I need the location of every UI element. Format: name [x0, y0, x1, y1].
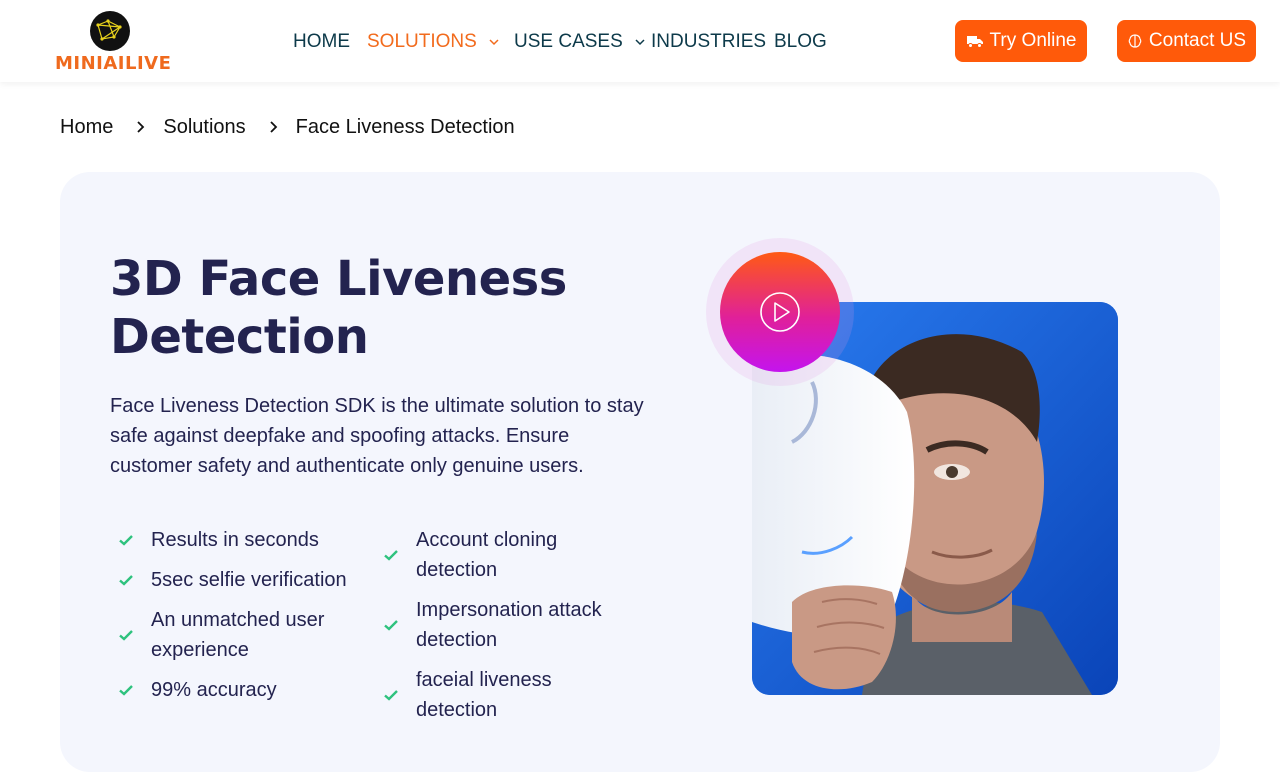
contact-us-button[interactable]: Contact US: [1117, 20, 1256, 62]
logo-globe-icon: [90, 11, 130, 51]
nav-industries-label: INDUSTRIES: [651, 31, 767, 52]
feature-item: Impersonation attack detection: [383, 595, 623, 655]
nav-home[interactable]: HOME: [293, 30, 350, 54]
truck-icon: [966, 36, 983, 48]
check-icon: [119, 535, 133, 546]
chevron-down-icon: [489, 39, 499, 46]
nav-use-cases-label: USE CASES: [514, 31, 623, 52]
feature-item: An unmatched user experience: [118, 605, 368, 665]
feature-item: Account cloning detection: [383, 525, 623, 585]
breadcrumb-current: Face Liveness Detection: [295, 115, 515, 138]
check-icon: [384, 690, 398, 701]
feature-label: faceial liveness detection: [416, 669, 552, 721]
chevron-down-icon: [635, 39, 645, 46]
nav-home-label: HOME: [293, 31, 350, 52]
feature-label: 99% accuracy: [151, 679, 277, 701]
breadcrumb: Home Solutions Face Liveness Detection: [60, 113, 515, 141]
check-icon: [384, 620, 398, 631]
check-icon: [119, 630, 133, 641]
page-title: 3D Face Liveness Detection: [110, 251, 567, 365]
check-icon: [384, 550, 398, 561]
feature-label: 5sec selfie verification: [151, 569, 347, 591]
nav-solutions-label: SOLUTIONS: [367, 31, 477, 52]
nav-blog-label: BLOG: [774, 31, 827, 52]
feature-label: Results in seconds: [151, 529, 319, 551]
chevron-right-icon: [270, 121, 277, 133]
try-online-button[interactable]: Try Online: [955, 20, 1087, 62]
logo-wordmark: MINIAILIVE: [55, 53, 172, 74]
brain-icon: [1128, 34, 1142, 48]
nav-solutions[interactable]: SOLUTIONS: [367, 30, 501, 54]
check-icon: [119, 575, 133, 586]
feature-label: Impersonation attack detection: [416, 599, 602, 651]
feature-label: An unmatched user experience: [151, 609, 325, 661]
hero-description: Face Liveness Detection SDK is the ultim…: [110, 395, 644, 477]
play-video-button[interactable]: [720, 252, 840, 372]
breadcrumb-solutions[interactable]: Solutions: [163, 116, 245, 139]
site-header: MINIAILIVE HOME SOLUTIONS USE CASES INDU…: [0, 0, 1280, 82]
nav-blog[interactable]: BLOG: [774, 30, 827, 54]
feature-item: 5sec selfie verification: [118, 565, 368, 595]
nav-use-cases[interactable]: USE CASES: [514, 30, 647, 54]
contact-us-label: Contact US: [1148, 30, 1247, 51]
breadcrumb-home[interactable]: Home: [60, 116, 113, 139]
try-online-label: Try Online: [989, 30, 1077, 51]
check-icon: [119, 685, 133, 696]
nav-industries[interactable]: INDUSTRIES: [651, 30, 766, 54]
play-icon: [760, 292, 800, 332]
feature-item: 99% accuracy: [118, 675, 368, 705]
brand-logo[interactable]: MINIAILIVE: [55, 10, 172, 74]
feature-label: Account cloning detection: [416, 529, 558, 581]
chevron-right-icon: [137, 121, 145, 133]
feature-item: faceial liveness detection: [383, 665, 623, 725]
feature-item: Results in seconds: [118, 525, 368, 555]
